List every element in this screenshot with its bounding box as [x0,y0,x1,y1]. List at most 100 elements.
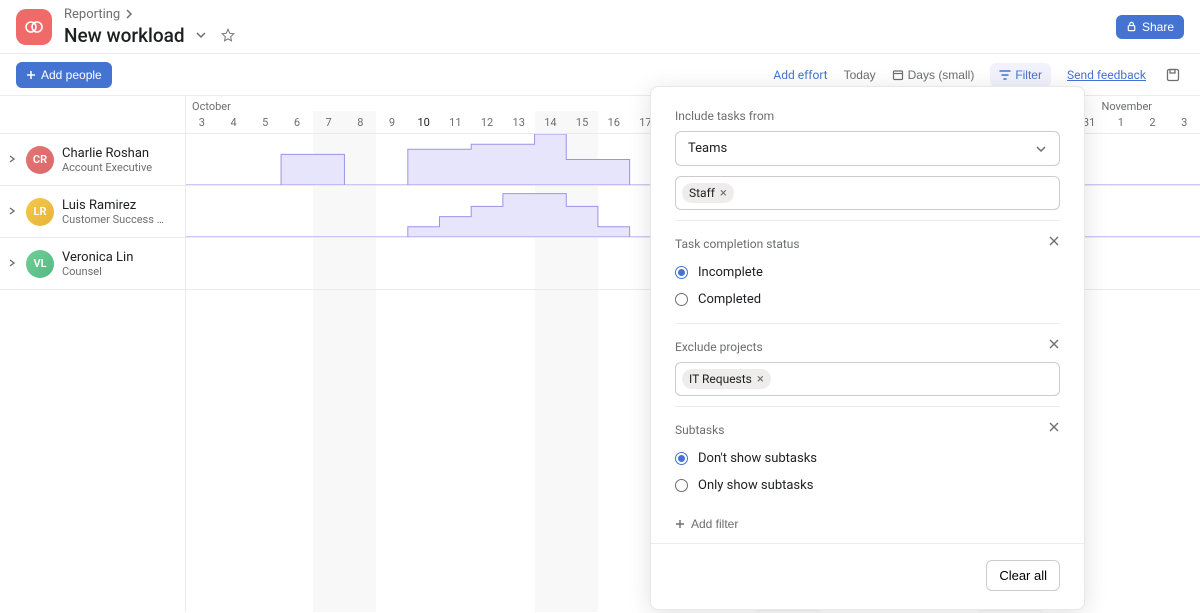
day-header-cell: 7 [313,111,345,133]
person-name: Charlie Roshan [62,146,152,161]
person-role: Counsel [62,265,133,278]
breadcrumb-parent-link[interactable]: Reporting [64,7,120,22]
filter-panel: Include tasks from Teams Staff × Task co… [650,86,1085,610]
day-header-cell: 12 [471,111,503,133]
chevron-down-icon [1035,143,1047,155]
close-icon [1048,421,1060,433]
status-label: Task completion status [675,237,1060,251]
zoom-label: Days (small) [908,68,975,82]
lock-icon [1126,21,1137,32]
send-feedback-link[interactable]: Send feedback [1067,68,1146,82]
people-column-filler [0,290,186,612]
add-filter-label: Add filter [691,517,738,531]
avatar: LR [26,198,54,226]
source-type-select[interactable]: Teams [675,131,1060,166]
overlap-icon [24,17,44,37]
avatar: VL [26,250,54,278]
person-name: Luis Ramirez [62,198,164,213]
clear-all-button[interactable]: Clear all [986,560,1060,591]
day-header-cell: 13 [503,111,535,133]
subtasks-hide-label: Don't show subtasks [698,451,817,466]
day-header-cell: 9 [376,111,408,133]
add-people-label: Add people [41,68,102,82]
add-people-button[interactable]: Add people [16,62,112,88]
project-chip-it-requests[interactable]: IT Requests × [682,369,771,389]
weekend-shade [313,238,345,289]
expand-icon[interactable] [8,152,18,167]
day-header-cell: 3 [186,111,218,133]
add-filter-button[interactable]: Add filter [675,509,738,539]
weekend-shade [344,290,376,612]
status-completed-label: Completed [698,292,761,307]
status-incomplete-label: Incomplete [698,265,763,280]
expand-icon[interactable] [8,256,18,271]
remove-exclude-filter-button[interactable] [1048,338,1060,353]
person-cell[interactable]: VL Veronica Lin Counsel [0,238,186,289]
day-header-cell: 14 [535,111,567,133]
subtasks-only-label: Only show subtasks [698,478,813,493]
radio-unselected-icon [675,479,688,492]
exclude-chip-input[interactable]: IT Requests × [675,362,1060,396]
source-type-value: Teams [688,141,727,156]
weekend-shade [566,290,598,612]
day-header-cell: 3 [1168,111,1200,133]
breadcrumb: Reporting [64,7,239,22]
team-chip-staff[interactable]: Staff × [682,183,734,203]
exclude-label: Exclude projects [675,340,1060,354]
remove-subtasks-filter-button[interactable] [1048,421,1060,436]
day-header-cell: 8 [344,111,376,133]
radio-selected-icon [675,266,688,279]
person-role: Account Executive [62,161,152,174]
calendar-icon [892,69,904,81]
today-button[interactable]: Today [844,68,876,82]
share-button[interactable]: Share [1116,15,1184,39]
teams-chip-input[interactable]: Staff × [675,176,1060,210]
weekend-shade [535,290,567,612]
close-icon [1048,338,1060,350]
avatar: CR [26,146,54,174]
remove-chip-icon[interactable]: × [757,373,764,386]
remove-status-filter-button[interactable] [1048,235,1060,250]
page-header: Reporting New workload Share [0,0,1200,54]
day-header-cell: 2 [1137,111,1169,133]
weekend-shade [566,238,598,289]
person-name: Veronica Lin [62,250,133,265]
close-icon [1048,235,1060,247]
team-chip-label: Staff [689,186,715,200]
day-header-cell: 4 [218,111,250,133]
day-header-cell: 11 [440,111,472,133]
plus-icon [675,519,685,529]
star-icon [221,28,235,42]
person-cell[interactable]: CR Charlie Roshan Account Executive [0,134,186,185]
weekend-shade [313,290,345,612]
title-dropdown-button[interactable] [191,25,211,45]
share-label: Share [1142,20,1174,34]
status-radio-incomplete[interactable]: Incomplete [675,259,1060,286]
add-effort-link[interactable]: Add effort [773,68,827,82]
project-chip-label: IT Requests [689,372,752,386]
save-layout-button[interactable] [1162,64,1184,86]
radio-unselected-icon [675,293,688,306]
zoom-selector[interactable]: Days (small) [892,68,975,82]
plus-icon [26,70,36,80]
day-header-cell: 16 [598,111,630,133]
status-radio-completed[interactable]: Completed [675,286,1060,313]
day-header-cell: 5 [249,111,281,133]
subtasks-label: Subtasks [675,423,1060,437]
subtasks-radio-hide[interactable]: Don't show subtasks [675,445,1060,472]
remove-chip-icon[interactable]: × [720,187,727,200]
chevron-down-icon [195,29,207,41]
expand-icon[interactable] [8,204,18,219]
person-role: Customer Success … [62,213,164,226]
day-header-cell: 6 [281,111,313,133]
person-cell[interactable]: LR Luis Ramirez Customer Success … [0,186,186,237]
subtasks-radio-only[interactable]: Only show subtasks [675,472,1060,499]
favorite-button[interactable] [217,24,239,46]
page-title: New workload [64,24,185,47]
day-header-cell: 15 [566,111,598,133]
radio-selected-icon [675,452,688,465]
day-header-cell: 10 [408,111,440,133]
filter-button[interactable]: Filter [990,63,1051,87]
day-header-cell: 1 [1105,111,1137,133]
weekend-shade [344,238,376,289]
